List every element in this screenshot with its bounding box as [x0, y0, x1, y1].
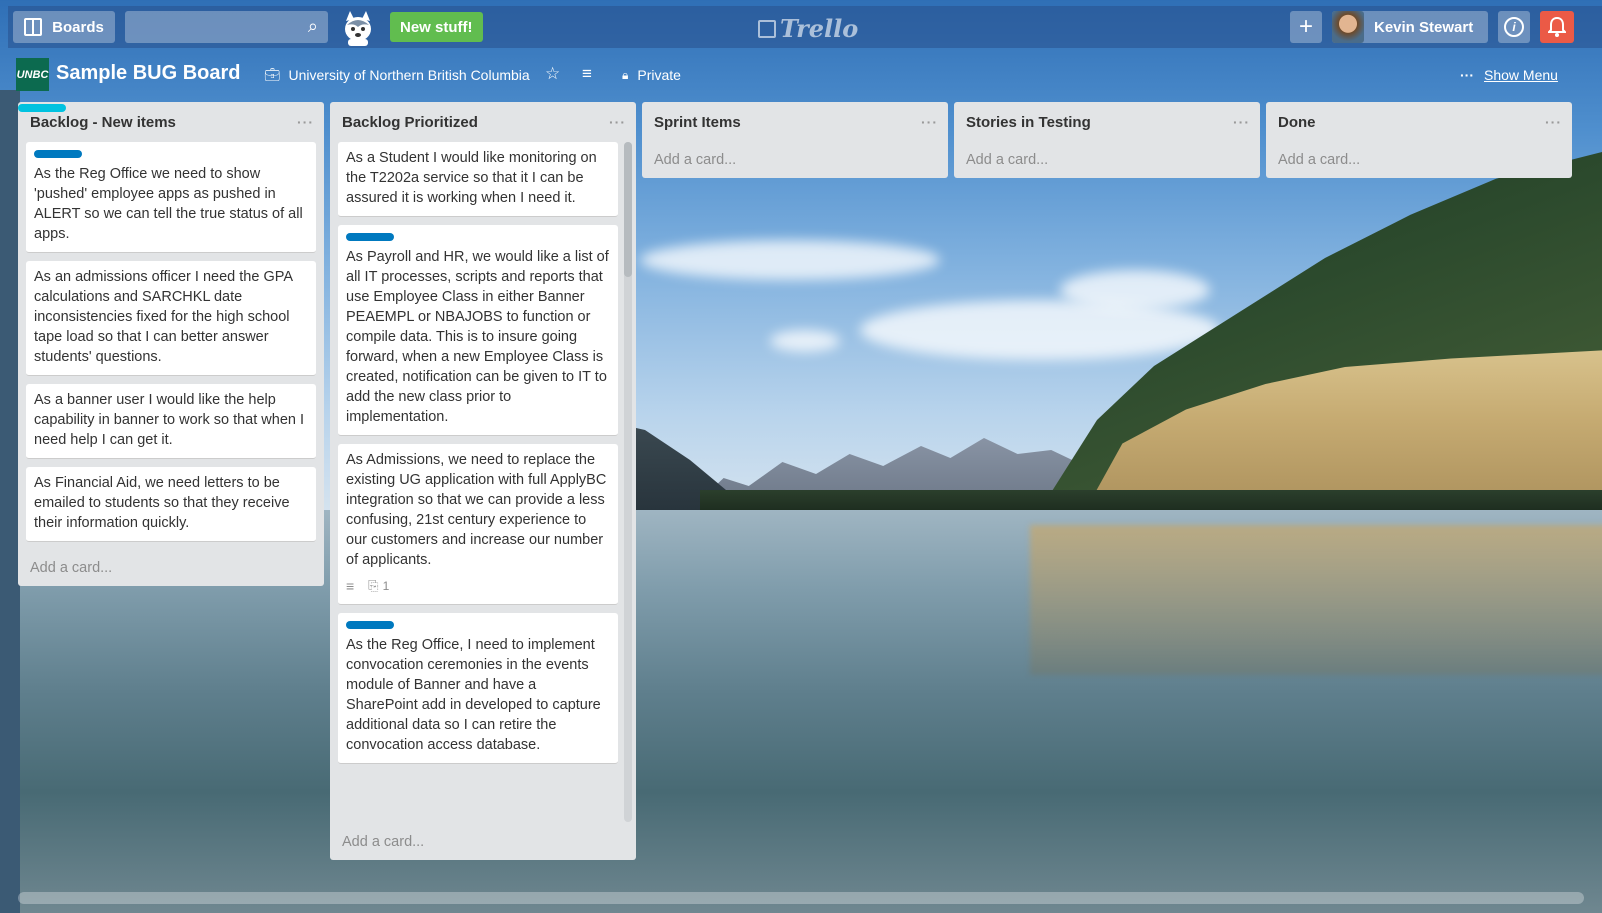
card[interactable]: As an admissions officer I need the GPA … — [26, 261, 316, 376]
add-button[interactable]: + — [1290, 11, 1322, 43]
card-title: As Financial Aid, we need letters to be … — [34, 475, 290, 531]
card-label[interactable] — [18, 104, 66, 112]
new-stuff-button[interactable]: New stuff! — [390, 12, 483, 42]
description-icon: ≡ — [346, 578, 355, 594]
list-stories-in-testing: Stories in Testing ··· Add a card... — [954, 102, 1260, 178]
attachment-count: 1 — [382, 579, 390, 593]
card[interactable]: As a banner user I would like the help c… — [18, 104, 316, 459]
star-icon[interactable]: ☆ — [545, 64, 560, 84]
lock-icon: 🔒︎ — [622, 67, 629, 82]
trello-logo[interactable]: Trello — [758, 14, 858, 43]
card-badges: ≡ ⎘ 1 — [346, 576, 610, 596]
treeline — [700, 490, 1602, 512]
boards-label: Boards — [52, 18, 104, 36]
card[interactable]: As Payroll and HR, we would like a list … — [338, 225, 618, 436]
list-cards[interactable]: As a Student I would like monitoring on … — [330, 142, 636, 824]
card-title: As an admissions officer I need the GPA … — [34, 269, 293, 365]
taco-mascot-icon[interactable] — [338, 9, 378, 47]
card[interactable]: As a Student I would like monitoring on … — [338, 142, 618, 217]
list-sprint-items: Sprint Items ··· Add a card... — [642, 102, 948, 178]
board-header: UNBC Sample BUG Board 💼︎ University of N… — [8, 54, 1602, 94]
cloud — [640, 240, 940, 280]
add-card-button[interactable]: Add a card... — [330, 824, 636, 860]
card-label[interactable] — [34, 150, 82, 158]
show-menu-label: Show Menu — [1484, 67, 1558, 83]
info-icon: i — [1504, 17, 1524, 37]
reflection — [1030, 525, 1602, 675]
add-card-button[interactable]: Add a card... — [1266, 142, 1572, 178]
list-title[interactable]: Done — [1278, 114, 1316, 131]
org-name: University of Northern British Columbia — [288, 67, 530, 83]
search-icon[interactable]: ⌕ — [308, 16, 318, 37]
trello-logo-icon — [758, 19, 776, 38]
add-card-button[interactable]: Add a card... — [642, 142, 948, 178]
list-menu-icon[interactable]: ··· — [1233, 114, 1250, 130]
user-name: Kevin Stewart — [1374, 18, 1474, 36]
list-title[interactable]: Sprint Items — [654, 114, 741, 131]
list-menu-icon[interactable]: ··· — [921, 114, 938, 130]
list-backlog-prioritized: Backlog Prioritized ··· As a Student I w… — [330, 102, 636, 860]
visibility-label: Private — [637, 67, 681, 83]
boards-icon — [24, 18, 43, 36]
org-logo[interactable]: UNBC — [16, 58, 49, 91]
board-horizontal-scrollbar[interactable] — [18, 892, 1584, 904]
list-menu-icon[interactable]: ··· — [609, 114, 626, 130]
card-label[interactable] — [346, 621, 394, 629]
card-title: As Payroll and HR, we would like a list … — [346, 249, 609, 425]
show-menu-button[interactable]: ··· Show Menu — [1460, 67, 1558, 83]
card[interactable]: As the Reg Office, I need to implement c… — [338, 613, 618, 764]
card-title: As a banner user I would like the help c… — [34, 392, 305, 448]
left-edge — [0, 90, 20, 913]
list-menu-icon[interactable]: ··· — [297, 114, 314, 130]
card[interactable]: As Admissions, we need to replace the ex… — [338, 444, 618, 605]
scrollbar-thumb[interactable] — [624, 142, 632, 277]
card-label[interactable] — [346, 233, 394, 241]
cloud — [770, 330, 840, 352]
list-title[interactable]: Backlog Prioritized — [342, 114, 478, 131]
description-icon[interactable]: ≡ — [582, 64, 592, 84]
info-button[interactable]: i — [1498, 11, 1530, 43]
avatar — [1332, 11, 1364, 43]
add-card-button[interactable]: Add a card... — [954, 142, 1260, 178]
trello-logo-text: Trello — [780, 14, 859, 43]
card-title: As a Student I would like monitoring on … — [346, 150, 597, 206]
top-header: Boards ⌕ New stuff! Trello + Kevin Stewa… — [8, 6, 1602, 48]
list-header[interactable]: Stories in Testing ··· — [954, 102, 1260, 142]
list-title[interactable]: Backlog - New items — [30, 114, 176, 131]
cloud — [1060, 270, 1210, 310]
list-backlog-new-items: Backlog - New items ··· As the Reg Offic… — [18, 102, 324, 586]
add-card-button[interactable]: Add a card... — [18, 550, 324, 586]
card[interactable]: As the Reg Office we need to show 'pushe… — [26, 142, 316, 253]
board-title[interactable]: Sample BUG Board — [56, 62, 240, 85]
card-title: As Admissions, we need to replace the ex… — [346, 452, 607, 568]
list-header[interactable]: Done ··· — [1266, 102, 1572, 142]
card-title: As the Reg Office we need to show 'pushe… — [34, 166, 303, 242]
more-icon: ··· — [1460, 67, 1474, 83]
cloud — [860, 300, 1220, 360]
list-menu-icon[interactable]: ··· — [1545, 114, 1562, 130]
list-done: Done ··· Add a card... — [1266, 102, 1572, 178]
list-scrollbar[interactable] — [624, 142, 632, 822]
user-menu-button[interactable]: Kevin Stewart — [1332, 11, 1488, 43]
org-link[interactable]: 💼︎ University of Northern British Columb… — [264, 67, 530, 83]
attachment-icon: ⎘ — [368, 578, 379, 593]
visibility-button[interactable]: 🔒︎ Private — [622, 67, 681, 83]
card[interactable]: As Financial Aid, we need letters to be … — [26, 467, 316, 542]
search-input[interactable]: ⌕ — [125, 11, 328, 43]
notifications-button[interactable] — [1540, 11, 1574, 43]
bell-icon — [1548, 17, 1566, 37]
card-title: As the Reg Office, I need to implement c… — [346, 637, 601, 753]
list-header[interactable]: Backlog Prioritized ··· — [330, 102, 636, 142]
boards-button[interactable]: Boards — [13, 11, 115, 43]
list-header[interactable]: Sprint Items ··· — [642, 102, 948, 142]
list-title[interactable]: Stories in Testing — [966, 114, 1091, 131]
organization-icon: 💼︎ — [264, 67, 281, 82]
